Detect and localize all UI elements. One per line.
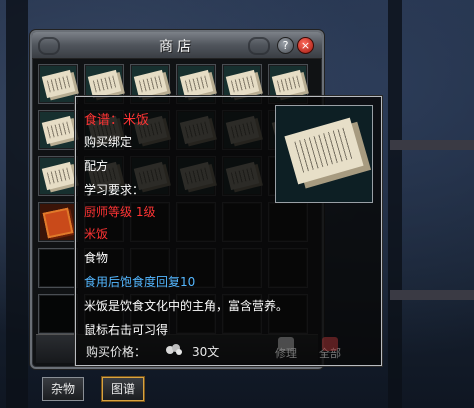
recipe-scroll-icon [87,69,122,99]
price-row: 购买价格： 30文 修理 全部 [80,335,377,365]
coin-icon [166,344,182,355]
item-description: 米饭是饮食文化中的主角，富含营养。 [84,299,289,313]
item-slot[interactable] [38,248,78,288]
item-slot[interactable] [38,294,78,334]
hammer-icon [278,337,294,351]
price-value: 30文 [192,345,220,359]
recipe-scroll-icon [179,69,214,99]
recipe-scroll-icon [41,115,76,145]
tab-misc[interactable]: 杂物 [42,377,85,401]
item-title: 食谱：米饭 [84,113,150,128]
recipe-scroll-icon [284,117,364,185]
scene-beam [390,290,474,300]
scene-pillar [388,0,402,408]
repair-all-button[interactable]: 全部 [312,337,348,363]
item-slot[interactable] [38,156,78,196]
scene-pillar [6,0,28,408]
item-slot[interactable] [38,110,78,150]
requirement-value: 厨师等级 1级 [84,205,156,219]
recipe-scroll-icon [225,69,260,99]
recipe-scroll-icon [41,161,76,191]
item-slot[interactable] [38,202,78,242]
item-tooltip: 食谱：米饭 购买绑定 配方 学习要求： 厨师等级 1级 米饭 食物 食用后饱食度… [75,96,382,366]
recipe-scroll-icon [271,69,306,99]
product-type: 食物 [84,251,109,265]
repair-all-icon [322,337,338,351]
scene-beam [390,140,474,150]
item-preview-image [275,105,373,203]
recipe-book-icon [42,207,74,239]
recipe-scroll-icon [133,69,168,99]
item-type: 配方 [84,159,109,173]
price-label: 购买价格： [86,345,147,359]
tab-recipes[interactable]: 图谱 [102,377,145,401]
bind-status: 购买绑定 [84,135,133,149]
item-effect: 食用后饱食度回复10 [84,275,196,289]
shop-titlebar[interactable]: 商店 ? × [32,32,322,59]
repair-button[interactable]: 修理 [268,337,304,363]
recipe-scroll-icon [41,69,76,99]
product-name: 米饭 [84,227,109,241]
requirement-label: 学习要求： [84,183,145,197]
help-button[interactable]: ? [277,37,294,54]
item-slot[interactable] [38,64,78,104]
close-button[interactable]: × [297,37,314,54]
